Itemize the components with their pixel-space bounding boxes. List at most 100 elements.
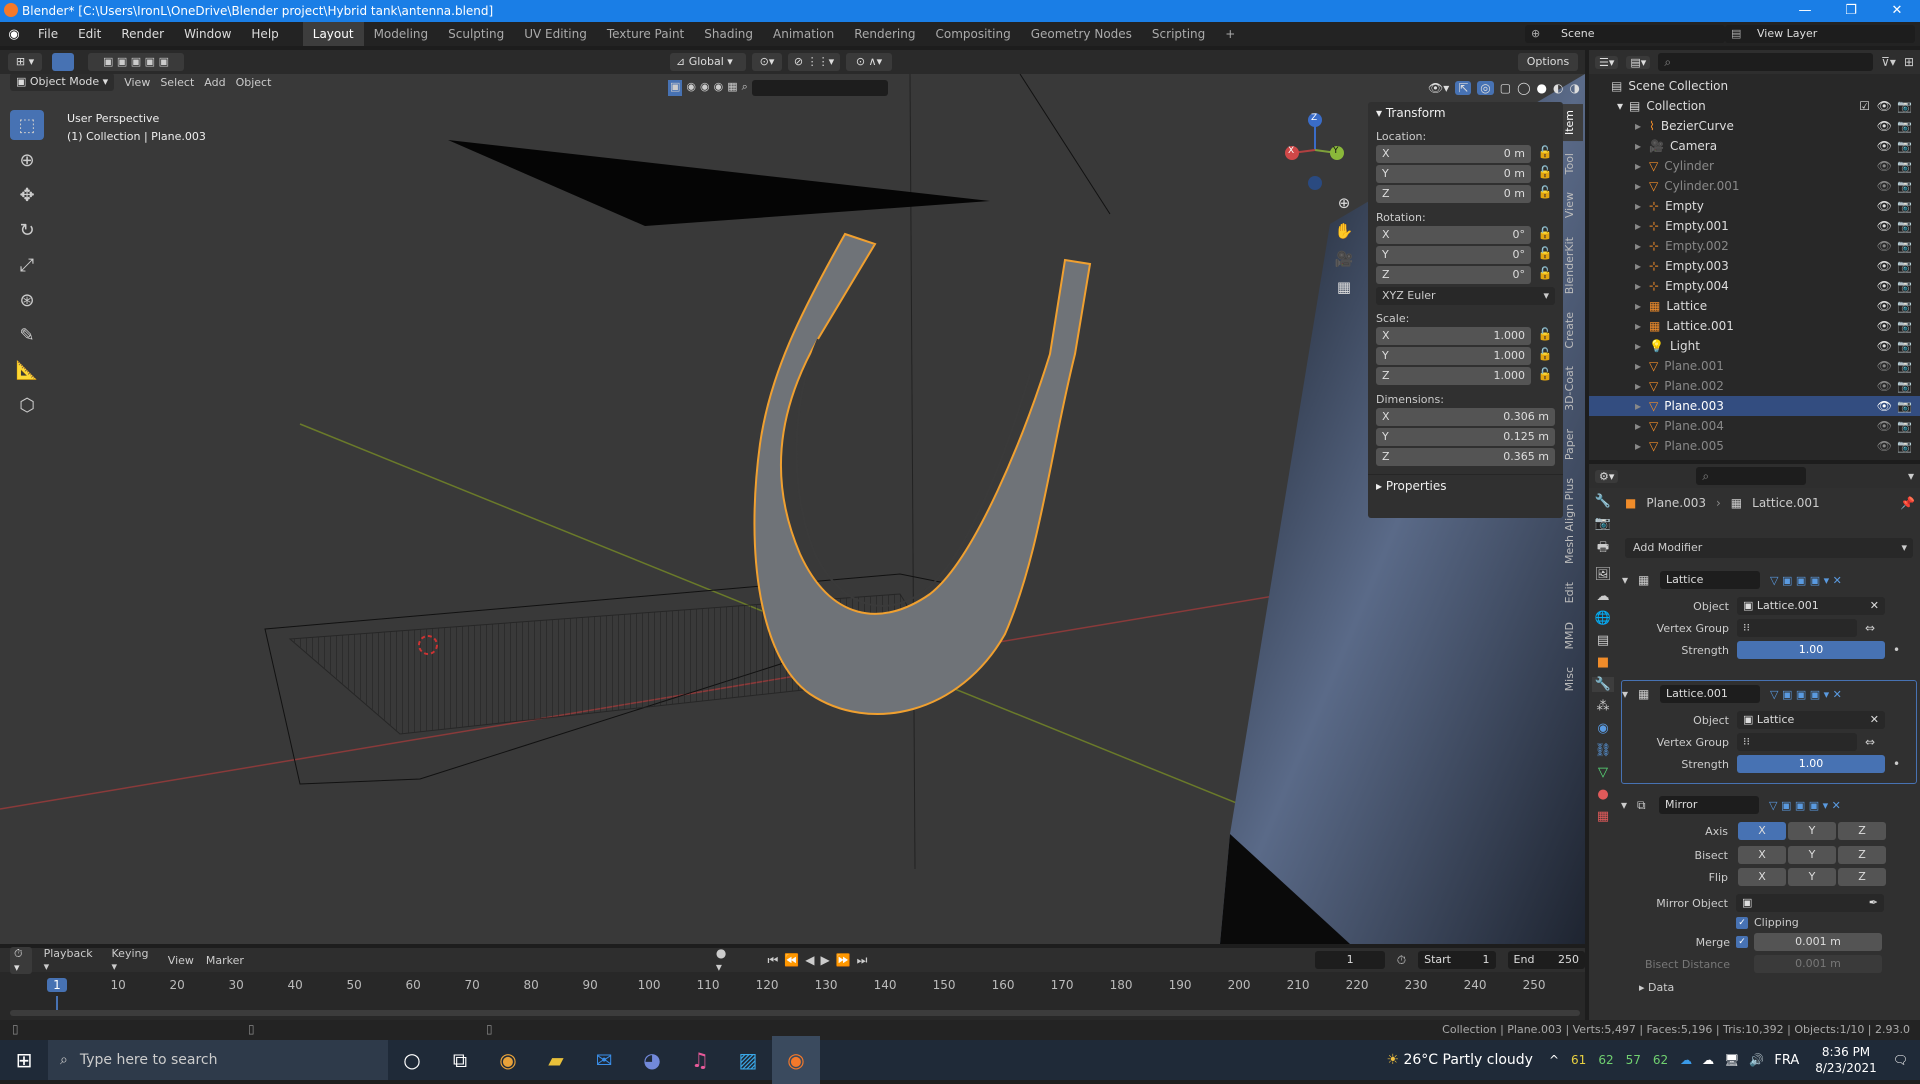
outliner-item[interactable]: ▸ ▽ Cylinder 👁 📷 (1589, 156, 1920, 176)
select-box-icons[interactable]: ▣ ▣ ▣ ▣ ▣ (88, 53, 184, 71)
bisect-z-toggle[interactable]: Z (1838, 846, 1886, 864)
tab-scripting[interactable]: Scripting (1142, 22, 1215, 46)
bisect-y-toggle[interactable]: Y (1788, 846, 1836, 864)
vertex-group-field[interactable]: ⁝⁝ (1737, 619, 1857, 637)
cursor-tool-icon[interactable]: ⊕ (10, 145, 44, 175)
visibility-icon[interactable]: 👁 (1877, 96, 1892, 116)
tab-edit[interactable]: Edit (1563, 576, 1583, 609)
new-collection-icon[interactable]: ⊞ (1904, 55, 1914, 69)
visibility-icon[interactable]: 👁 (1877, 236, 1892, 256)
visibility-icon[interactable]: 👁 (1877, 316, 1892, 336)
volume-icon[interactable]: 🔊 (1749, 1053, 1764, 1067)
clipping-checkbox[interactable]: ✓ (1736, 916, 1748, 929)
outliner-item[interactable]: ▸ 💡 Light 👁 📷 (1589, 336, 1920, 356)
outliner-item[interactable]: ▸ 🎥 Camera 👁 📷 (1589, 136, 1920, 156)
bisect-distance-field[interactable]: 0.001 m (1754, 955, 1882, 973)
expand-arrow-icon[interactable]: ▸ (1635, 356, 1641, 376)
constraints-tab-icon[interactable]: ⛓ (1595, 743, 1612, 758)
outliner-item[interactable]: ▸ ⊹ Empty.001 👁 📷 (1589, 216, 1920, 236)
start-frame-field[interactable]: Start 1 (1418, 951, 1496, 969)
outliner-item[interactable]: ▸ ▽ Plane.003 👁 📷 (1589, 396, 1920, 416)
menu-help[interactable]: Help (241, 27, 288, 41)
rotation-z-field[interactable]: Z 0° (1376, 266, 1531, 284)
viewport-search-field[interactable] (751, 80, 888, 96)
expand-arrow-icon[interactable]: ▸ (1635, 296, 1641, 316)
mirror-object-field[interactable]: ▣ ✒ (1736, 894, 1884, 912)
tab-3d-coat[interactable]: 3D-Coat (1563, 360, 1583, 417)
tab-tool[interactable]: Tool (1563, 147, 1583, 180)
timeline-editor-type-button[interactable]: ⏱▾ (10, 946, 32, 974)
render-icon[interactable]: 📷 (1897, 256, 1912, 276)
tab-sculpting[interactable]: Sculpting (438, 22, 514, 46)
output-tab-icon[interactable]: 🖶 (1597, 538, 1609, 560)
modifier-tab-icon[interactable]: 🔧 (1591, 677, 1615, 692)
visibility-icon[interactable]: 👁 (1877, 256, 1892, 276)
menu-object[interactable]: Object (236, 76, 272, 89)
outliner-search-field[interactable]: ⌕ (1658, 53, 1874, 71)
render-icon[interactable]: 📷 (1897, 416, 1912, 436)
visibility-icon[interactable]: 👁 (1877, 116, 1892, 136)
location-y-field[interactable]: Y0 m (1376, 165, 1531, 183)
menu-file[interactable]: File (28, 27, 68, 41)
outliner-item[interactable]: ▸ ▽ Plane.005 👁 📷 (1589, 436, 1920, 456)
menu-edit[interactable]: Edit (68, 27, 111, 41)
gizmo-toggle-icon[interactable]: ⇱ (1455, 81, 1472, 95)
outliner-item[interactable]: ▸ ▽ Cylinder.001 👁 📷 (1589, 176, 1920, 196)
visibility-icon[interactable]: 👁 (1877, 376, 1892, 396)
scene-selector[interactable]: ⊕ Scene (1525, 25, 1725, 43)
menu-select[interactable]: Select (160, 76, 194, 89)
expand-arrow-icon[interactable]: ▸ (1635, 316, 1641, 336)
file-explorer-icon[interactable]: ▰ (532, 1036, 580, 1084)
view-icon-5[interactable]: ▦ (727, 80, 737, 96)
modifier-name-field[interactable]: Lattice.001 (1660, 685, 1760, 703)
texture-tab-icon[interactable]: ▦ (1597, 809, 1609, 824)
outliner-item[interactable]: ▸ ▦ Lattice 👁 📷 (1589, 296, 1920, 316)
visibility-icon[interactable]: 👁 (1877, 276, 1892, 296)
tool-tab-icon[interactable]: 🔧 (1595, 494, 1611, 509)
expand-arrow-icon[interactable]: ▸ (1635, 396, 1641, 416)
modifier-toggle-icons[interactable]: ▽ ▣ ▣ ▣ ▾ ✕ (1770, 574, 1842, 587)
mirror-name-field[interactable]: Mirror (1659, 796, 1759, 814)
outliner-editor-type-button[interactable]: ☰▾ (1595, 55, 1619, 69)
transform-orientation-dropdown[interactable]: ⊿ Global ▾ (670, 53, 746, 71)
3d-viewport[interactable]: User Perspective (1) Collection | Plane.… (0, 74, 1585, 944)
scene-collection-row[interactable]: ▤ Scene Collection (1589, 76, 1920, 96)
bisect-x-toggle[interactable]: X (1738, 846, 1786, 864)
view-icon-4[interactable]: ◉ (714, 80, 724, 96)
visibility-icon[interactable]: 👁 (1877, 296, 1892, 316)
weather-widget[interactable]: ☀ 26°C Partly cloudy (1386, 1052, 1533, 1068)
view-layer-selector[interactable]: ▤ View Layer (1725, 25, 1915, 43)
render-icon[interactable]: 📷 (1897, 296, 1912, 316)
tab-texture-paint[interactable]: Texture Paint (597, 22, 694, 46)
flip-x-toggle[interactable]: X (1738, 868, 1786, 886)
visibility-icon[interactable]: 👁 (1877, 336, 1892, 356)
rotation-y-field[interactable]: Y 0° (1376, 246, 1531, 264)
lock-icon[interactable]: 🔓 (1535, 185, 1555, 203)
outliner-item[interactable]: ▸ ⊹ Empty 👁 📷 (1589, 196, 1920, 216)
photos-icon[interactable]: ▨ (724, 1036, 772, 1084)
display-mode-button[interactable]: ▤▾ (1626, 55, 1651, 69)
flip-y-toggle[interactable]: Y (1788, 868, 1836, 886)
modifier-name-field[interactable]: Lattice (1660, 571, 1760, 589)
visibility-icon[interactable]: 👁 (1877, 436, 1892, 456)
menu-window[interactable]: Window (174, 27, 241, 41)
render-icon[interactable]: 📷 (1897, 136, 1912, 156)
mirror-header[interactable]: ▾ ⧉ Mirror ▽ ▣ ▣ ▣ ▾ ✕ (1621, 794, 1917, 816)
tab-uv-editing[interactable]: UV Editing (514, 22, 597, 46)
transform-header[interactable]: ▾ Transform (1368, 102, 1563, 124)
dimension-x-field[interactable]: X 0.306 m (1376, 408, 1555, 426)
timeline-view-menu[interactable]: View (168, 954, 194, 967)
wireframe-shading-icon[interactable]: ◯ (1517, 81, 1530, 95)
modifier-header[interactable]: ▾ ▦ Lattice.001 ▽ ▣ ▣ ▣ ▾ ✕ (1622, 683, 1916, 705)
collection-row[interactable]: ▾ ▤ Collection ☑ 👁 📷 (1589, 96, 1920, 116)
render-icon[interactable]: 📷 (1897, 396, 1912, 416)
clock[interactable]: 8:36 PM 8/23/2021 (1815, 1044, 1877, 1076)
render-icon[interactable]: 📷 (1897, 116, 1912, 136)
chevron-down-icon[interactable]: ▾ (1908, 469, 1914, 483)
lock-icon[interactable]: 🔓 (1535, 165, 1555, 183)
tab-layout[interactable]: Layout (302, 22, 364, 46)
visibility-icon[interactable]: 👁 (1877, 156, 1892, 176)
chrome-icon[interactable]: ◉ (484, 1036, 532, 1084)
render-icon[interactable]: 📷 (1897, 436, 1912, 456)
close-button[interactable]: ✕ (1874, 0, 1920, 22)
